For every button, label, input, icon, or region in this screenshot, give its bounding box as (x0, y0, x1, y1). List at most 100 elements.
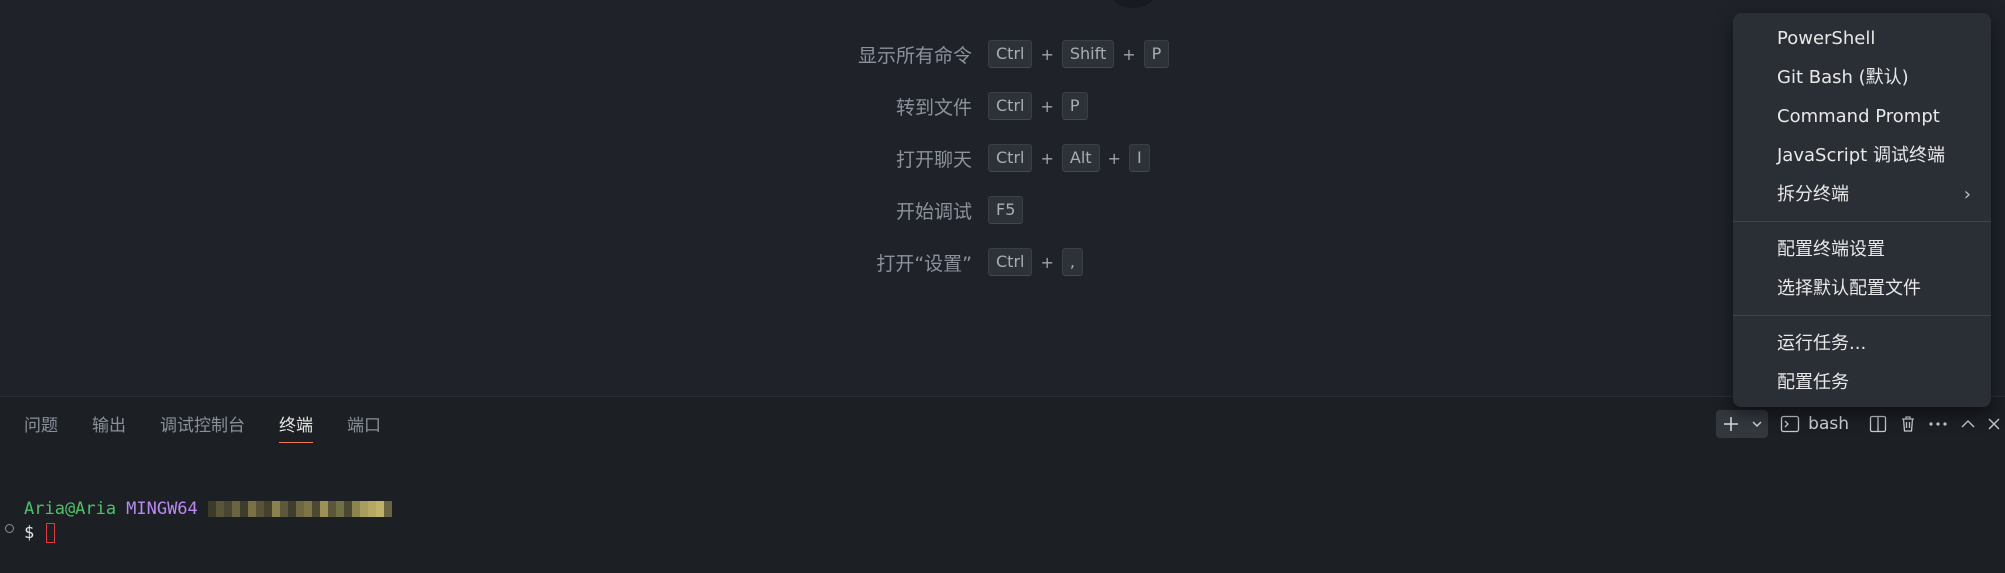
menu-item-label: 配置任务 (1777, 372, 1849, 393)
editor-area: 显示所有命令 Ctrl + Shift + P 转到文件 Ctrl + P 打开聊天 Ctrl + Alt… (0, 0, 2005, 396)
keycap: Ctrl (988, 144, 1033, 172)
redacted-pixel (295, 501, 304, 517)
redacted-pixel (327, 501, 336, 517)
keycap: Ctrl (988, 40, 1033, 68)
redacted-pixel (231, 501, 240, 517)
keycap: I (1128, 144, 1150, 172)
menu-item-item-4[interactable]: 拆分终端 › (1733, 175, 1991, 214)
shortcut-keys: Ctrl +, (988, 248, 1083, 276)
shortcut-row: 转到文件 Ctrl + P (700, 80, 1200, 132)
terminal-cursor (46, 523, 56, 543)
panel-tab[interactable]: 输出 (92, 411, 126, 443)
panel-tab[interactable]: 调试控制台 (160, 411, 245, 443)
split-icon[interactable] (1863, 410, 1893, 438)
shortcut-keys: Ctrl + Alt + I (988, 144, 1150, 172)
panel-actions: bash (1716, 409, 2005, 439)
terminal-input-line[interactable]: $ (0, 521, 2005, 545)
keycap: Shift (1061, 40, 1115, 68)
chevron-down-icon[interactable] (1746, 410, 1768, 438)
terminal-output[interactable]: Aria@Aria MINGW64 $ (0, 497, 2005, 545)
menu-item-label: 配置终端设置 (1777, 239, 1885, 260)
shortcut-keys: Ctrl + Shift + P (988, 40, 1170, 68)
trash-icon[interactable] (1893, 410, 1923, 438)
redacted-pixel (271, 501, 280, 517)
shortcut-row: 打开聊天 Ctrl + Alt + I (700, 132, 1200, 184)
panel-tab[interactable]: 端口 (347, 411, 381, 443)
keycap: F5 (988, 196, 1024, 224)
redacted-pixel (223, 501, 232, 517)
redacted-pixel (239, 501, 248, 517)
menu-item-git-bash[interactable]: Git Bash (默认) (1733, 58, 1991, 97)
redacted-pixel (367, 501, 376, 517)
ellipsis-icon[interactable] (1923, 410, 1953, 438)
redacted-pixel (383, 501, 392, 517)
close-icon[interactable] (1983, 410, 2005, 438)
panel-tab[interactable]: 终端 (279, 411, 313, 443)
panel-tab[interactable]: 问题 (24, 411, 58, 443)
redacted-pixel (343, 501, 352, 517)
key-plus: + (1040, 252, 1054, 272)
key-plus: + (1040, 44, 1054, 64)
menu-item-item-7[interactable]: 运行任务... (1733, 324, 1991, 363)
menu-item-powershell[interactable]: PowerShell (1733, 19, 1991, 58)
shortcut-row: 打开“设置” Ctrl +, (700, 236, 1200, 288)
terminal-profile-label: bash (1808, 414, 1849, 434)
key-plus: + (1122, 44, 1136, 64)
redacted-pixel (215, 501, 224, 517)
menu-item-command-prompt[interactable]: Command Prompt (1733, 97, 1991, 136)
prompt-host: MINGW64 (126, 499, 198, 519)
keycap: P (1061, 92, 1088, 120)
shortcut-keys: Ctrl + P (988, 92, 1088, 120)
redacted-pixel (287, 501, 296, 517)
redacted-pixel (351, 501, 360, 517)
command-decoration-icon[interactable] (5, 524, 14, 533)
shortcut-keys: F5 (988, 196, 1024, 224)
redacted-pixel (263, 501, 272, 517)
key-plus: + (1040, 148, 1054, 168)
terminal-icon (1781, 415, 1800, 433)
new-terminal-group (1716, 410, 1769, 438)
menu-separator (1733, 221, 1991, 222)
menu-item-label: Command Prompt (1777, 106, 1940, 127)
redacted-pixel (279, 501, 288, 517)
shortcut-label[interactable]: 打开“设置” (700, 249, 988, 276)
watermark-logo (1103, 0, 1163, 8)
shortcut-label[interactable]: 打开聊天 (700, 145, 988, 172)
shortcut-row: 显示所有命令 Ctrl + Shift + P (700, 28, 1200, 80)
keycap: Ctrl (988, 92, 1033, 120)
redacted-pixel (207, 501, 216, 517)
redacted-pixel (303, 501, 312, 517)
menu-item-item-6[interactable]: 选择默认配置文件 (1733, 269, 1991, 308)
keycap: Alt (1061, 144, 1100, 172)
prompt-user: Aria@Aria (24, 499, 117, 519)
shortcut-label[interactable]: 开始调试 (700, 197, 988, 224)
shortcut-row: 开始调试 F5 (700, 184, 1200, 236)
menu-item-label: 拆分终端 (1777, 184, 1849, 205)
shortcut-list: 显示所有命令 Ctrl + Shift + P 转到文件 Ctrl + P 打开聊天 Ctrl + Alt… (700, 28, 1200, 288)
key-plus: + (1107, 148, 1121, 168)
keycap: , (1061, 248, 1083, 276)
menu-item-javascript[interactable]: JavaScript 调试终端 (1733, 136, 1991, 175)
redacted-pixel (359, 501, 368, 517)
redacted-pixel (335, 501, 344, 517)
plus-icon[interactable] (1716, 410, 1746, 438)
redacted-pixel (255, 501, 264, 517)
menu-item-item-8[interactable]: 配置任务 (1733, 363, 1991, 402)
menu-item-label: 运行任务... (1777, 333, 1867, 354)
menu-item-label: JavaScript 调试终端 (1777, 145, 1945, 166)
shortcut-label[interactable]: 转到文件 (700, 93, 988, 120)
bottom-panel: 问题 输出 调试控制台 终端 端口 bash Aria@Aria MINGW64… (0, 396, 2005, 573)
menu-separator (1733, 315, 1991, 316)
menu-item-item-5[interactable]: 配置终端设置 (1733, 230, 1991, 269)
terminal-launch-menu: PowerShell Git Bash (默认) Command Prompt Jav… (1733, 13, 1991, 407)
chevron-up-icon[interactable] (1953, 410, 1983, 438)
terminal-profile-selector[interactable]: bash (1780, 414, 1849, 434)
menu-item-label: PowerShell (1777, 28, 1876, 49)
chevron-right-icon: › (1963, 184, 1971, 205)
key-plus: + (1040, 96, 1054, 116)
redacted-path (207, 501, 392, 517)
redacted-pixel (375, 501, 384, 517)
prompt-symbol: $ (24, 523, 35, 543)
shortcut-label[interactable]: 显示所有命令 (700, 41, 988, 68)
menu-item-label: 选择默认配置文件 (1777, 278, 1921, 299)
